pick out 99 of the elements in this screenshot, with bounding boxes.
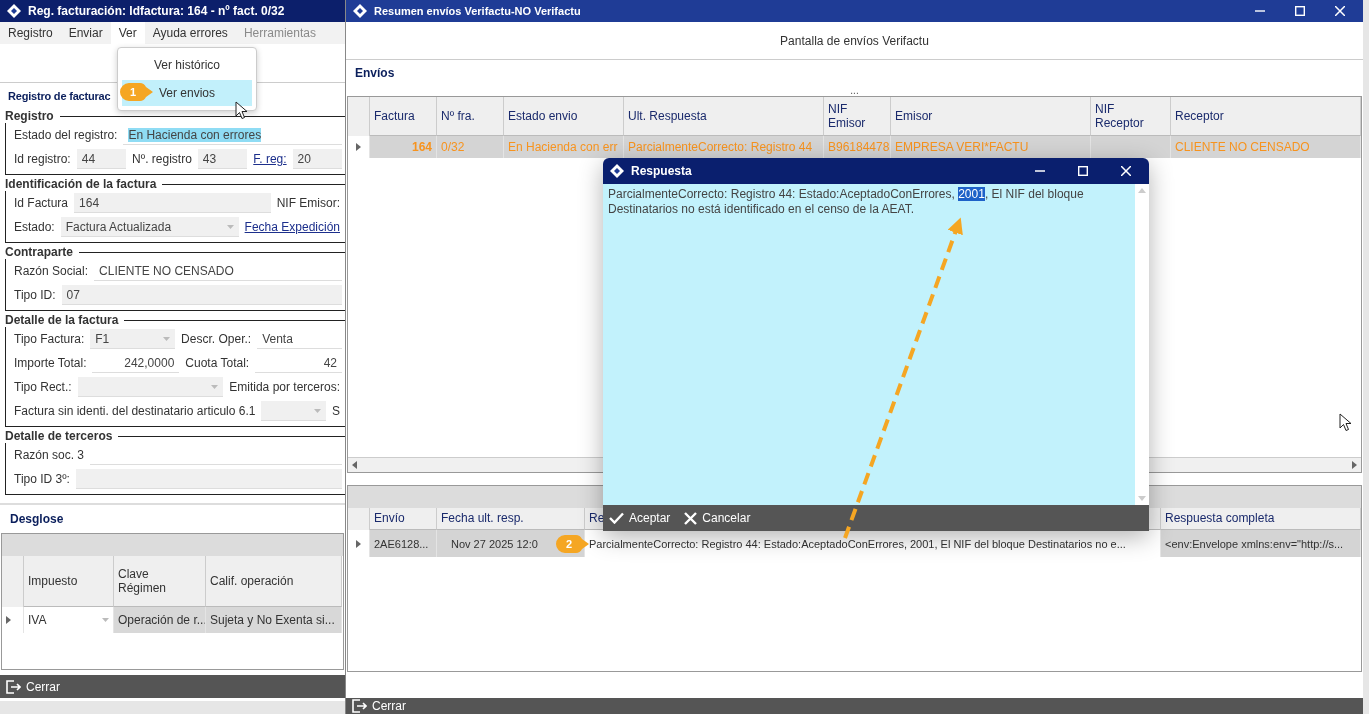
scroll-left-icon[interactable] bbox=[352, 461, 357, 469]
table-cell: En Hacienda con err bbox=[504, 136, 624, 158]
field-label: Factura sin identi. del destinatario articulo 6.1 bbox=[13, 404, 257, 418]
app-logo-icon bbox=[609, 163, 625, 179]
menu-item[interactable]: Enviar bbox=[60, 22, 111, 44]
dropdown-caret-icon[interactable] bbox=[102, 618, 109, 622]
mouse-cursor-icon bbox=[1339, 413, 1352, 432]
column-header[interactable]: Impuesto bbox=[24, 556, 114, 607]
maximize-icon[interactable] bbox=[1078, 166, 1088, 176]
column-header[interactable]: Nº fra. bbox=[437, 97, 504, 136]
close-icon bbox=[684, 511, 698, 525]
status-field[interactable]: En Hacienda con errores bbox=[123, 125, 342, 145]
window-title: Resumen envíos Verifactu-NO Verifactu bbox=[374, 5, 581, 17]
field-label: Id registro: bbox=[13, 152, 72, 166]
field-link[interactable]: F. reg: bbox=[251, 152, 289, 166]
dropdown-caret-icon[interactable] bbox=[163, 336, 171, 341]
more-indicator[interactable]: ... bbox=[850, 86, 859, 96]
table-cell: 2AE6128... bbox=[370, 530, 437, 557]
close-button[interactable]: Cerrar bbox=[6, 679, 60, 694]
row-indicator-icon bbox=[6, 616, 11, 624]
input-field[interactable]: 20 bbox=[292, 149, 342, 169]
table-cell: CLIENTE NO CENSADO bbox=[1171, 136, 1361, 158]
field-label: Id Factura bbox=[13, 196, 70, 210]
table-cell: ParcialmenteCorrecto: Registro 44 bbox=[624, 136, 824, 158]
dropdown-caret-icon[interactable] bbox=[314, 408, 321, 413]
maximize-icon[interactable] bbox=[1295, 6, 1305, 16]
app-logo-icon bbox=[352, 3, 368, 19]
dialog-title: Respuesta bbox=[631, 164, 692, 178]
table-cell: 164 bbox=[370, 136, 437, 158]
column-header[interactable]: Respuesta completa bbox=[1161, 508, 1361, 530]
column-header[interactable]: NIF Emisor bbox=[824, 97, 891, 136]
column-header[interactable]: Calif. operación bbox=[206, 556, 342, 607]
app-logo-icon bbox=[6, 3, 22, 19]
input-field[interactable]: 43 bbox=[197, 149, 248, 169]
column-header[interactable]: Fecha ult. resp. bbox=[437, 508, 585, 530]
close-icon[interactable] bbox=[1335, 6, 1345, 16]
field-label: Estado: bbox=[13, 220, 56, 234]
input-field[interactable] bbox=[75, 469, 342, 489]
select-field[interactable] bbox=[261, 401, 326, 421]
field-label: Emitida por terceros: bbox=[228, 380, 341, 394]
callout-badge: 1 bbox=[120, 83, 153, 101]
menu-item[interactable]: Ayuda errores bbox=[144, 22, 236, 44]
column-header[interactable]: Envío bbox=[370, 508, 437, 530]
table-cell: EMPRESA VERI*FACTU bbox=[891, 136, 1091, 158]
section-title: Envíos bbox=[354, 65, 396, 82]
field-label: Tipo Factura: bbox=[13, 332, 86, 346]
field-label: Estado del registro: bbox=[13, 128, 119, 142]
window-title: Reg. facturación: Idfactura: 164 - nº fact. 0/32 bbox=[28, 4, 285, 18]
cancel-button[interactable]: Cancelar bbox=[684, 511, 751, 525]
screen-subtitle: Pantalla de envíos Verifactu bbox=[780, 33, 929, 48]
field-label: Importe Total: bbox=[13, 356, 88, 370]
close-icon[interactable] bbox=[1121, 166, 1131, 176]
table-cell: <env:Envelope xmlns:env="http://s... bbox=[1161, 530, 1361, 557]
input-field[interactable]: 07 bbox=[61, 285, 342, 305]
input-field[interactable]: 164 bbox=[74, 193, 271, 213]
select-field[interactable]: Factura Actualizada bbox=[60, 217, 239, 237]
field-label: Razón Social: bbox=[13, 264, 90, 278]
field-label: NIF Emisor: bbox=[275, 196, 341, 210]
menu-item[interactable]: Registro bbox=[0, 22, 61, 44]
accept-button[interactable]: Aceptar bbox=[609, 511, 671, 525]
dropdown-caret-icon[interactable] bbox=[226, 224, 234, 229]
field-label: S bbox=[331, 404, 341, 418]
field-label: Tipo ID 3º: bbox=[13, 472, 71, 486]
column-header[interactable]: Emisor bbox=[891, 97, 1091, 136]
field-label: Tipo Rect.: bbox=[13, 380, 73, 394]
response-text: ParcialmenteCorrecto: Registro 44: Estado:AceptadoConErrores, 2001, El NIF del bloque Destinatarios no está identificado en el censo de la AEAT. bbox=[608, 187, 1085, 217]
column-header[interactable]: Receptor bbox=[1171, 97, 1361, 136]
field-label: Descr. Oper.: bbox=[180, 332, 253, 346]
row-indicator-icon bbox=[356, 539, 361, 548]
column-header[interactable]: NIF Receptor bbox=[1091, 97, 1171, 136]
column-header[interactable]: Estado envio bbox=[504, 97, 624, 136]
check-icon bbox=[609, 512, 624, 524]
response-text-area[interactable]: ParcialmenteCorrecto: Registro 44: Estado:AceptadoConErrores, 2001, El NIF del bloque Destinatarios no está identificado en el censo de la AEAT. bbox=[603, 184, 1135, 505]
select-field[interactable] bbox=[77, 377, 224, 397]
field-label: Nº. registro bbox=[131, 152, 193, 166]
input-field[interactable]: 44 bbox=[76, 149, 127, 169]
form-heading: Registro de facturac bbox=[8, 90, 111, 102]
close-button[interactable]: Cerrar bbox=[352, 699, 406, 713]
table-cell: Operación de r... bbox=[114, 607, 206, 633]
scroll-down-icon[interactable] bbox=[1138, 496, 1146, 501]
table-cell: B96184478 bbox=[824, 136, 891, 158]
select-field[interactable]: F1 bbox=[90, 329, 176, 349]
column-header[interactable]: Clave Régimen bbox=[114, 556, 206, 607]
dropdown-caret-icon[interactable] bbox=[211, 384, 219, 389]
field-link[interactable]: Fecha Expedición bbox=[242, 220, 342, 234]
table-cell: Sujeta y No Exenta si... bbox=[206, 607, 342, 633]
field-label: Tipo ID: bbox=[13, 288, 57, 302]
exit-icon bbox=[6, 679, 21, 694]
section-title: Desglose bbox=[9, 511, 65, 528]
column-header[interactable]: Factura bbox=[370, 97, 437, 136]
scroll-up-icon[interactable] bbox=[1138, 188, 1146, 193]
table-cell: 0/32 bbox=[437, 136, 504, 158]
callout-badge: 2 bbox=[556, 535, 589, 553]
field-label: Cuota Total: bbox=[184, 356, 251, 370]
scroll-right-icon[interactable] bbox=[1352, 461, 1357, 469]
field-label: Razón soc. 3 bbox=[13, 448, 86, 462]
menu-item[interactable]: Ver bbox=[110, 22, 145, 44]
row-indicator-icon bbox=[356, 143, 361, 151]
column-header[interactable]: Ult. Respuesta bbox=[624, 97, 824, 136]
